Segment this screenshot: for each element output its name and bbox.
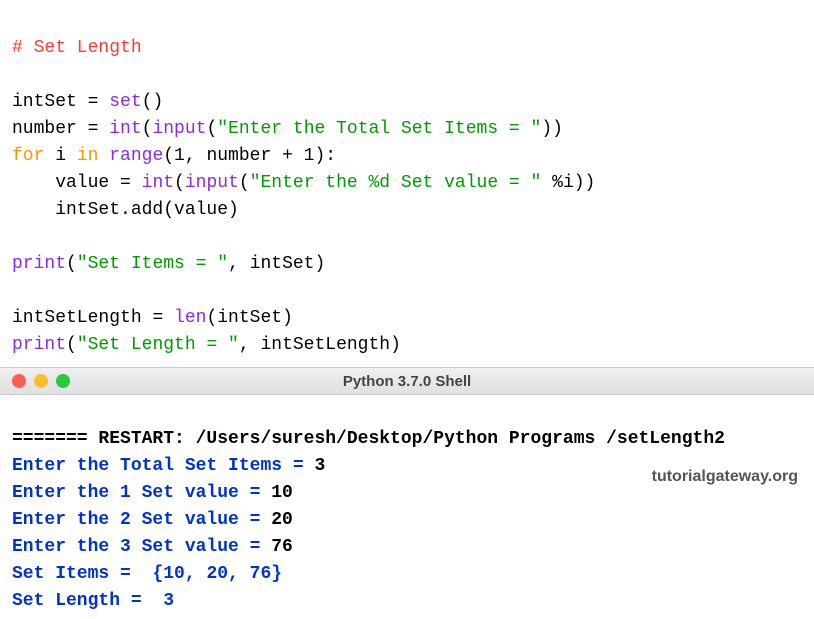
builtin-len: len: [174, 308, 206, 328]
code-text: =: [88, 92, 110, 112]
string-literal: "Enter the Total Set Items = ": [217, 119, 541, 139]
prompt-text: Enter the Total Set Items =: [12, 456, 314, 476]
code-text: =: [88, 119, 110, 139]
code-text: number: [12, 119, 88, 139]
builtin-range: range: [109, 146, 163, 166]
code-text: value: [12, 173, 120, 193]
output-label: Set Length =: [12, 591, 163, 611]
code-text: (: [174, 173, 185, 193]
code-text: (: [239, 173, 250, 193]
code-text: [98, 146, 109, 166]
string-literal: "Set Length = ": [77, 335, 239, 355]
code-text: (: [206, 119, 217, 139]
shell-titlebar: Python 3.7.0 Shell: [0, 367, 814, 395]
code-text: , intSetLength): [239, 335, 401, 355]
watermark: tutorialgateway.org: [652, 468, 798, 486]
builtin-int: int: [142, 173, 174, 193]
code-text: (): [142, 92, 164, 112]
builtin-int: int: [109, 119, 141, 139]
code-text: (: [66, 335, 77, 355]
code-text: =: [120, 173, 142, 193]
prompt-text: Enter the 1 Set value =: [12, 483, 271, 503]
builtin-print: print: [12, 335, 66, 355]
output-value: {10, 20, 76}: [152, 564, 282, 584]
string-literal: "Set Items = ": [77, 254, 228, 274]
shell-title: Python 3.7.0 Shell: [0, 373, 814, 390]
prompt-text: Enter the 3 Set value =: [12, 537, 271, 557]
string-literal: "Enter the %d Set value = ": [250, 173, 542, 193]
input-value: 10: [271, 483, 293, 503]
code-text: i: [44, 146, 76, 166]
builtin-input: input: [152, 119, 206, 139]
builtin-input: input: [185, 173, 239, 193]
code-text: intSet.add(value): [12, 200, 239, 220]
code-text: (1, number + 1):: [163, 146, 336, 166]
code-text: (: [66, 254, 77, 274]
code-editor: # Set Length intSet = set() number = int…: [0, 0, 814, 367]
code-text: , intSet): [228, 254, 325, 274]
keyword-in: in: [77, 146, 99, 166]
code-text: =: [152, 308, 174, 328]
input-value: 3: [314, 456, 325, 476]
output-label: Set Items =: [12, 564, 152, 584]
code-text: intSetLength: [12, 308, 152, 328]
restart-line: ======= RESTART: /Users/suresh/Desktop/P…: [12, 429, 725, 449]
shell-output: ======= RESTART: /Users/suresh/Desktop/P…: [0, 395, 814, 619]
code-text: %i)): [541, 173, 595, 193]
builtin-set: set: [109, 92, 141, 112]
input-value: 76: [271, 537, 293, 557]
code-text: intSet: [12, 92, 88, 112]
code-text: (intSet): [206, 308, 292, 328]
code-text: )): [541, 119, 563, 139]
input-value: 20: [271, 510, 293, 530]
output-value: 3: [163, 591, 174, 611]
keyword-for: for: [12, 146, 44, 166]
prompt-text: Enter the 2 Set value =: [12, 510, 271, 530]
code-text: (: [142, 119, 153, 139]
comment-line: # Set Length: [12, 38, 142, 58]
builtin-print: print: [12, 254, 66, 274]
